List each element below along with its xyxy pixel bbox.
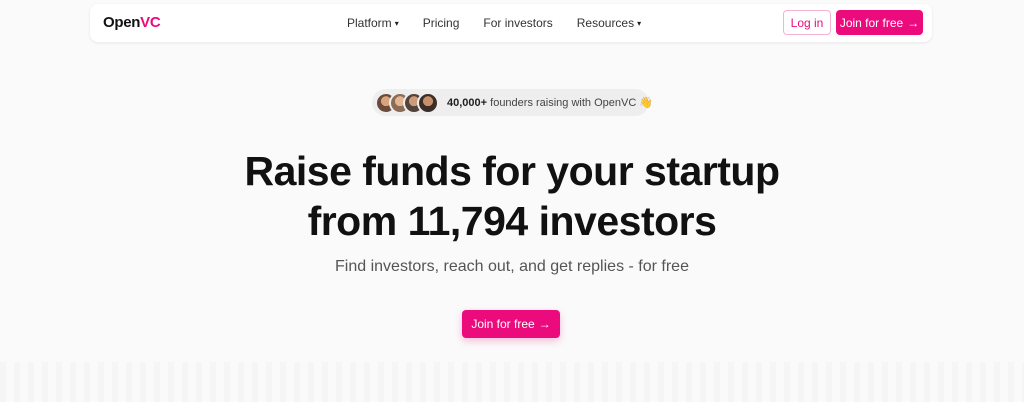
social-proof-badge: 40,000+ founders raising with OpenVC 👋: [372, 89, 653, 116]
logo-text-open: Open: [103, 14, 141, 31]
nav-platform[interactable]: Platform ▾: [347, 16, 399, 30]
login-button-label: Log in: [790, 15, 824, 30]
nav-pricing-label: Pricing: [422, 16, 460, 30]
headline-line-1: Raise funds for your startup: [244, 148, 780, 194]
founder-count: 40,000+: [447, 97, 488, 109]
founder-avatars: [375, 91, 439, 114]
headline-line-2: from 11,794 investors: [307, 198, 717, 244]
avatar: [417, 91, 439, 114]
join-free-hero-label: Join for free: [471, 317, 535, 331]
nav-links: Platform ▾ Pricing For investors Resourc…: [347, 4, 665, 42]
background-texture: [0, 362, 1024, 402]
login-button[interactable]: Log in: [783, 10, 831, 35]
arrow-right-icon: →: [538, 317, 551, 331]
nav-for-investors-label: For investors: [483, 16, 553, 30]
nav-platform-label: Platform: [347, 16, 392, 30]
logo[interactable]: OpenVC: [103, 14, 161, 31]
hero-subheadline: Find investors, reach out, and get repli…: [335, 258, 689, 275]
hero-headline: Raise funds for your startup from 11,794…: [0, 146, 1024, 246]
chevron-down-icon: ▾: [394, 18, 399, 28]
join-free-nav-button[interactable]: Join for free →: [836, 10, 923, 35]
top-navbar: OpenVC Platform ▾ Pricing For investors …: [90, 4, 932, 42]
nav-pricing[interactable]: Pricing: [423, 16, 460, 30]
join-free-nav-label: Join for free: [839, 15, 904, 30]
social-proof-text: 40,000+ founders raising with OpenVC 👋: [447, 96, 653, 109]
logo-text-vc: VC: [140, 14, 161, 31]
nav-resources[interactable]: Resources ▾: [577, 16, 641, 30]
arrow-right-icon: →: [907, 15, 920, 30]
chevron-down-icon: ▾: [637, 18, 642, 28]
social-proof-label: founders raising with OpenVC 👋: [490, 97, 654, 109]
nav-for-investors[interactable]: For investors: [483, 16, 552, 30]
join-free-hero-button[interactable]: Join for free →: [462, 310, 560, 338]
nav-resources-label: Resources: [576, 16, 635, 30]
